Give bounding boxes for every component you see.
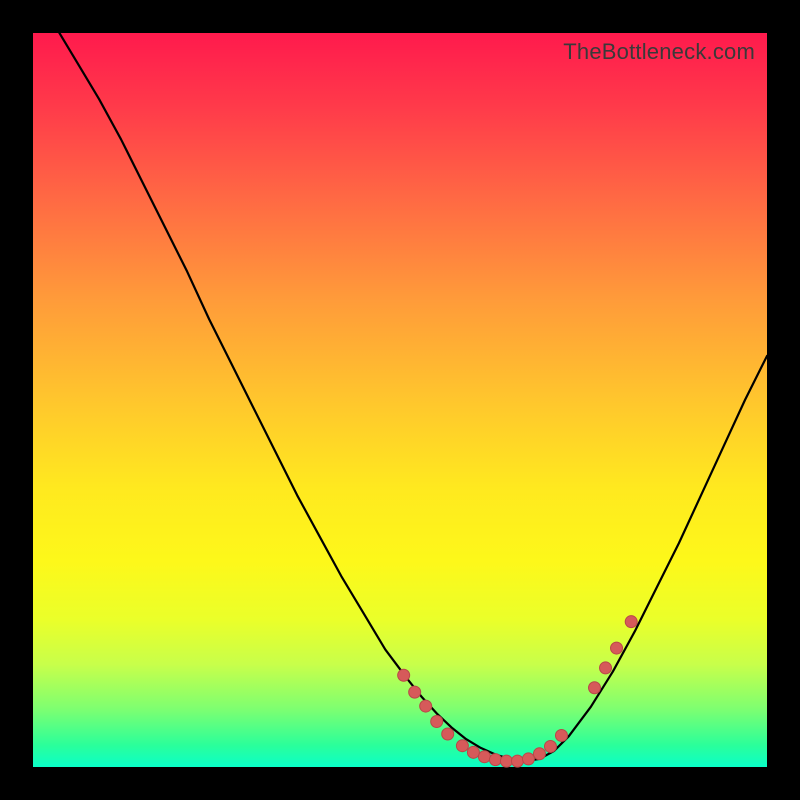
curve-dot: [478, 751, 490, 763]
curve-dot: [511, 755, 523, 767]
curve-svg: [33, 33, 767, 767]
curve-dot: [625, 616, 637, 628]
curve-dot: [522, 753, 534, 765]
bottleneck-curve: [33, 0, 767, 761]
curve-dot: [489, 754, 501, 766]
curve-dot: [500, 755, 512, 767]
curve-dot: [456, 740, 468, 752]
curve-dot: [442, 728, 454, 740]
curve-dot: [398, 669, 410, 681]
curve-dot: [544, 740, 556, 752]
curve-dot: [589, 682, 601, 694]
curve-dot: [409, 686, 421, 698]
curve-dot: [431, 715, 443, 727]
curve-dot: [555, 729, 567, 741]
chart-frame: TheBottleneck.com: [0, 0, 800, 800]
curve-dot: [611, 642, 623, 654]
plot-area: TheBottleneck.com: [33, 33, 767, 767]
curve-dot: [467, 746, 479, 758]
curve-dot: [420, 700, 432, 712]
curve-dot: [600, 662, 612, 674]
curve-dot: [533, 748, 545, 760]
